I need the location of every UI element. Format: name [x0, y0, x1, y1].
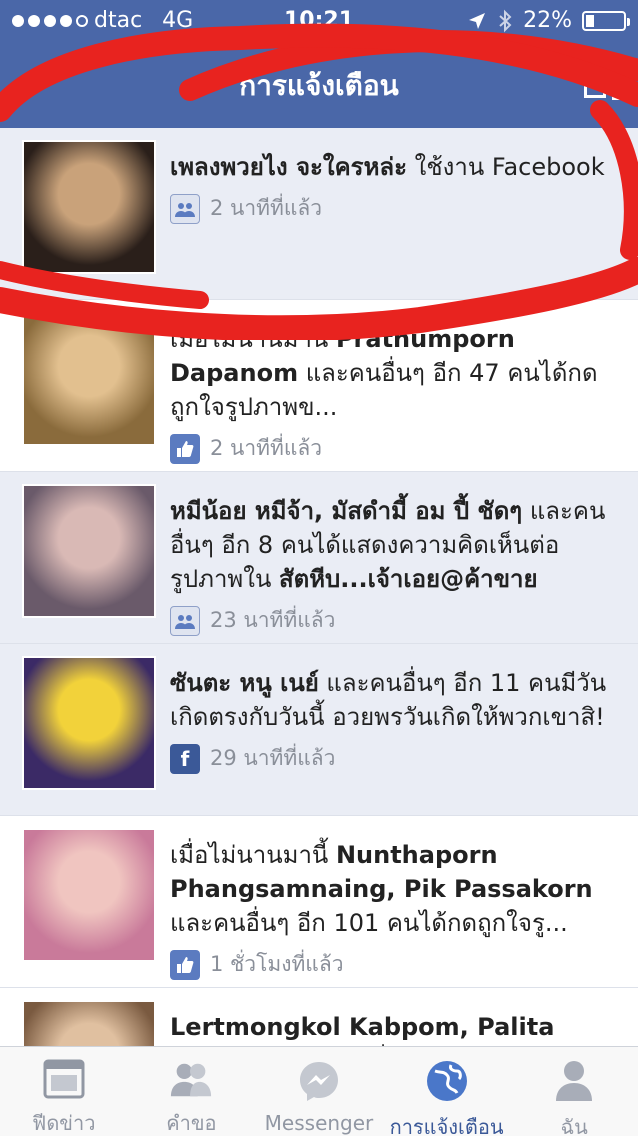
- group-icon: [170, 193, 200, 224]
- notification-list: เพลงพวยไง จะใครหล่ะ ใช้งาน Facebook 2 นาท…: [0, 128, 638, 1046]
- tab-label: ฟีดข่าว: [32, 1111, 96, 1135]
- notification-time: 2 นาทีที่แล้ว: [210, 436, 323, 460]
- notification-avatar: [22, 312, 156, 446]
- notification-avatar: [22, 656, 156, 790]
- notification-meta: 1 ชั่วโมงที่แล้ว: [170, 948, 625, 981]
- notification-meta: 2 นาทีที่แล้ว: [170, 192, 625, 225]
- page-title: การแจ้งเตือน: [239, 69, 399, 102]
- notification-item[interactable]: ซันตะ หนู เนย์ และคนอื่นๆ อีก 11 คนมีวัน…: [0, 644, 638, 816]
- notification-text: เมื่อไม่นานมานี้ Nunthaporn Phangsamnain…: [170, 838, 625, 940]
- tab-label: ฉัน: [560, 1115, 588, 1136]
- header: dtac 4G 10:21 22% การแจ้งเตือน: [0, 0, 638, 128]
- notification-content: เพลงพวยไง จะใครหล่ะ ใช้งาน Facebook 2 นาท…: [170, 150, 625, 225]
- notification-body: และคนอื่นๆ อีก 101 คนได้กดถูกใจรู...: [170, 909, 568, 937]
- notification-text: เมื่อไม่นานมานี้ Prathumporn Dapanom และ…: [170, 322, 625, 424]
- tab-globe[interactable]: การแจ้งเตือน: [383, 1047, 511, 1136]
- status-bar: dtac 4G 10:21 22%: [0, 0, 638, 40]
- tab-messenger[interactable]: Messenger: [255, 1047, 383, 1136]
- notification-time: 29 นาทีที่แล้ว: [210, 746, 336, 770]
- notification-content: Lertmongkol Kabpom, Palita Silakeaw และค…: [170, 1010, 625, 1046]
- news-feed-icon: [42, 1059, 86, 1099]
- tab-label: คำขอ: [166, 1111, 217, 1135]
- mark-read-icon[interactable]: [584, 66, 626, 104]
- globe-icon: [425, 1059, 469, 1103]
- notification-names[interactable]: Lertmongkol Kabpom, Palita Silakeaw: [170, 1013, 554, 1046]
- location-icon: [469, 12, 486, 29]
- like-icon: [170, 949, 200, 980]
- notification-text: ซันตะ หนู เนย์ และคนอื่นๆ อีก 11 คนมีวัน…: [170, 666, 625, 734]
- notification-prefix: เมื่อไม่นานมานี้: [170, 325, 336, 353]
- notification-content: เมื่อไม่นานมานี้ Prathumporn Dapanom และ…: [170, 322, 625, 465]
- notification-text: หมีน้อย หมีจ้า, มัสดำมี้ อม ปี้ ชัดๆ และ…: [170, 494, 625, 596]
- notification-content: หมีน้อย หมีจ้า, มัสดำมี้ อม ปี้ ชัดๆ และ…: [170, 494, 625, 637]
- tab-label: Messenger: [264, 1111, 374, 1135]
- notification-text: เพลงพวยไง จะใครหล่ะ ใช้งาน Facebook: [170, 150, 625, 184]
- status-right: 22%: [467, 8, 630, 33]
- notification-time: 23 นาทีที่แล้ว: [210, 608, 336, 632]
- battery-icon: [582, 10, 630, 31]
- notification-item[interactable]: เพลงพวยไง จะใครหล่ะ ใช้งาน Facebook 2 นาท…: [0, 128, 638, 300]
- tab-label: การแจ้งเตือน: [389, 1115, 504, 1136]
- notification-names[interactable]: ซันตะ หนู เนย์: [170, 669, 319, 697]
- notification-text: Lertmongkol Kabpom, Palita Silakeaw และค…: [170, 1010, 625, 1046]
- tab-profile[interactable]: ฉัน: [510, 1047, 638, 1136]
- notification-names[interactable]: หมีน้อย หมีจ้า, มัสดำมี้ อม ปี้ ชัดๆ: [170, 497, 522, 525]
- group-icon: [170, 605, 200, 636]
- battery-percent: 22%: [523, 8, 572, 33]
- like-icon: [170, 433, 200, 464]
- bluetooth-icon: [499, 9, 512, 32]
- notification-meta: 2 นาทีที่แล้ว: [170, 432, 625, 465]
- tab-friend-requests[interactable]: คำขอ: [128, 1047, 256, 1136]
- notification-body: ใช้งาน Facebook: [407, 153, 605, 181]
- notification-item[interactable]: เมื่อไม่นานมานี้ Nunthaporn Phangsamnain…: [0, 816, 638, 988]
- notification-avatar: [22, 484, 156, 618]
- profile-icon: [552, 1059, 596, 1103]
- facebook-icon: f: [170, 743, 200, 774]
- notification-time: 1 ชั่วโมงที่แล้ว: [210, 952, 344, 976]
- notification-avatar: [22, 828, 156, 962]
- tab-bar: ฟีดข่าว คำขอ Messenger การแจ้งเตือน ฉัน: [0, 1046, 638, 1136]
- notification-meta: f 29 นาทีที่แล้ว: [170, 742, 625, 775]
- notification-content: ซันตะ หนู เนย์ และคนอื่นๆ อีก 11 คนมีวัน…: [170, 666, 625, 775]
- notification-avatar: [22, 1000, 156, 1046]
- notification-avatar: [22, 140, 156, 274]
- friend-requests-icon: [169, 1059, 213, 1099]
- notification-prefix: เมื่อไม่นานมานี้: [170, 841, 336, 869]
- notification-time: 2 นาทีที่แล้ว: [210, 196, 323, 220]
- notification-group-name[interactable]: สัตหีบ...เจ้าเอย@ค้าขาย: [279, 565, 538, 593]
- notification-item[interactable]: Lertmongkol Kabpom, Palita Silakeaw และค…: [0, 988, 638, 1046]
- notification-item[interactable]: เมื่อไม่นานมานี้ Prathumporn Dapanom และ…: [0, 300, 638, 472]
- notification-content: เมื่อไม่นานมานี้ Nunthaporn Phangsamnain…: [170, 838, 625, 981]
- tab-news-feed[interactable]: ฟีดข่าว: [0, 1047, 128, 1136]
- notification-item[interactable]: หมีน้อย หมีจ้า, มัสดำมี้ อม ปี้ ชัดๆ และ…: [0, 472, 638, 644]
- notification-names[interactable]: เพลงพวยไง จะใครหล่ะ: [170, 153, 407, 181]
- notification-meta: 23 นาทีที่แล้ว: [170, 604, 625, 637]
- messenger-icon: [297, 1059, 341, 1103]
